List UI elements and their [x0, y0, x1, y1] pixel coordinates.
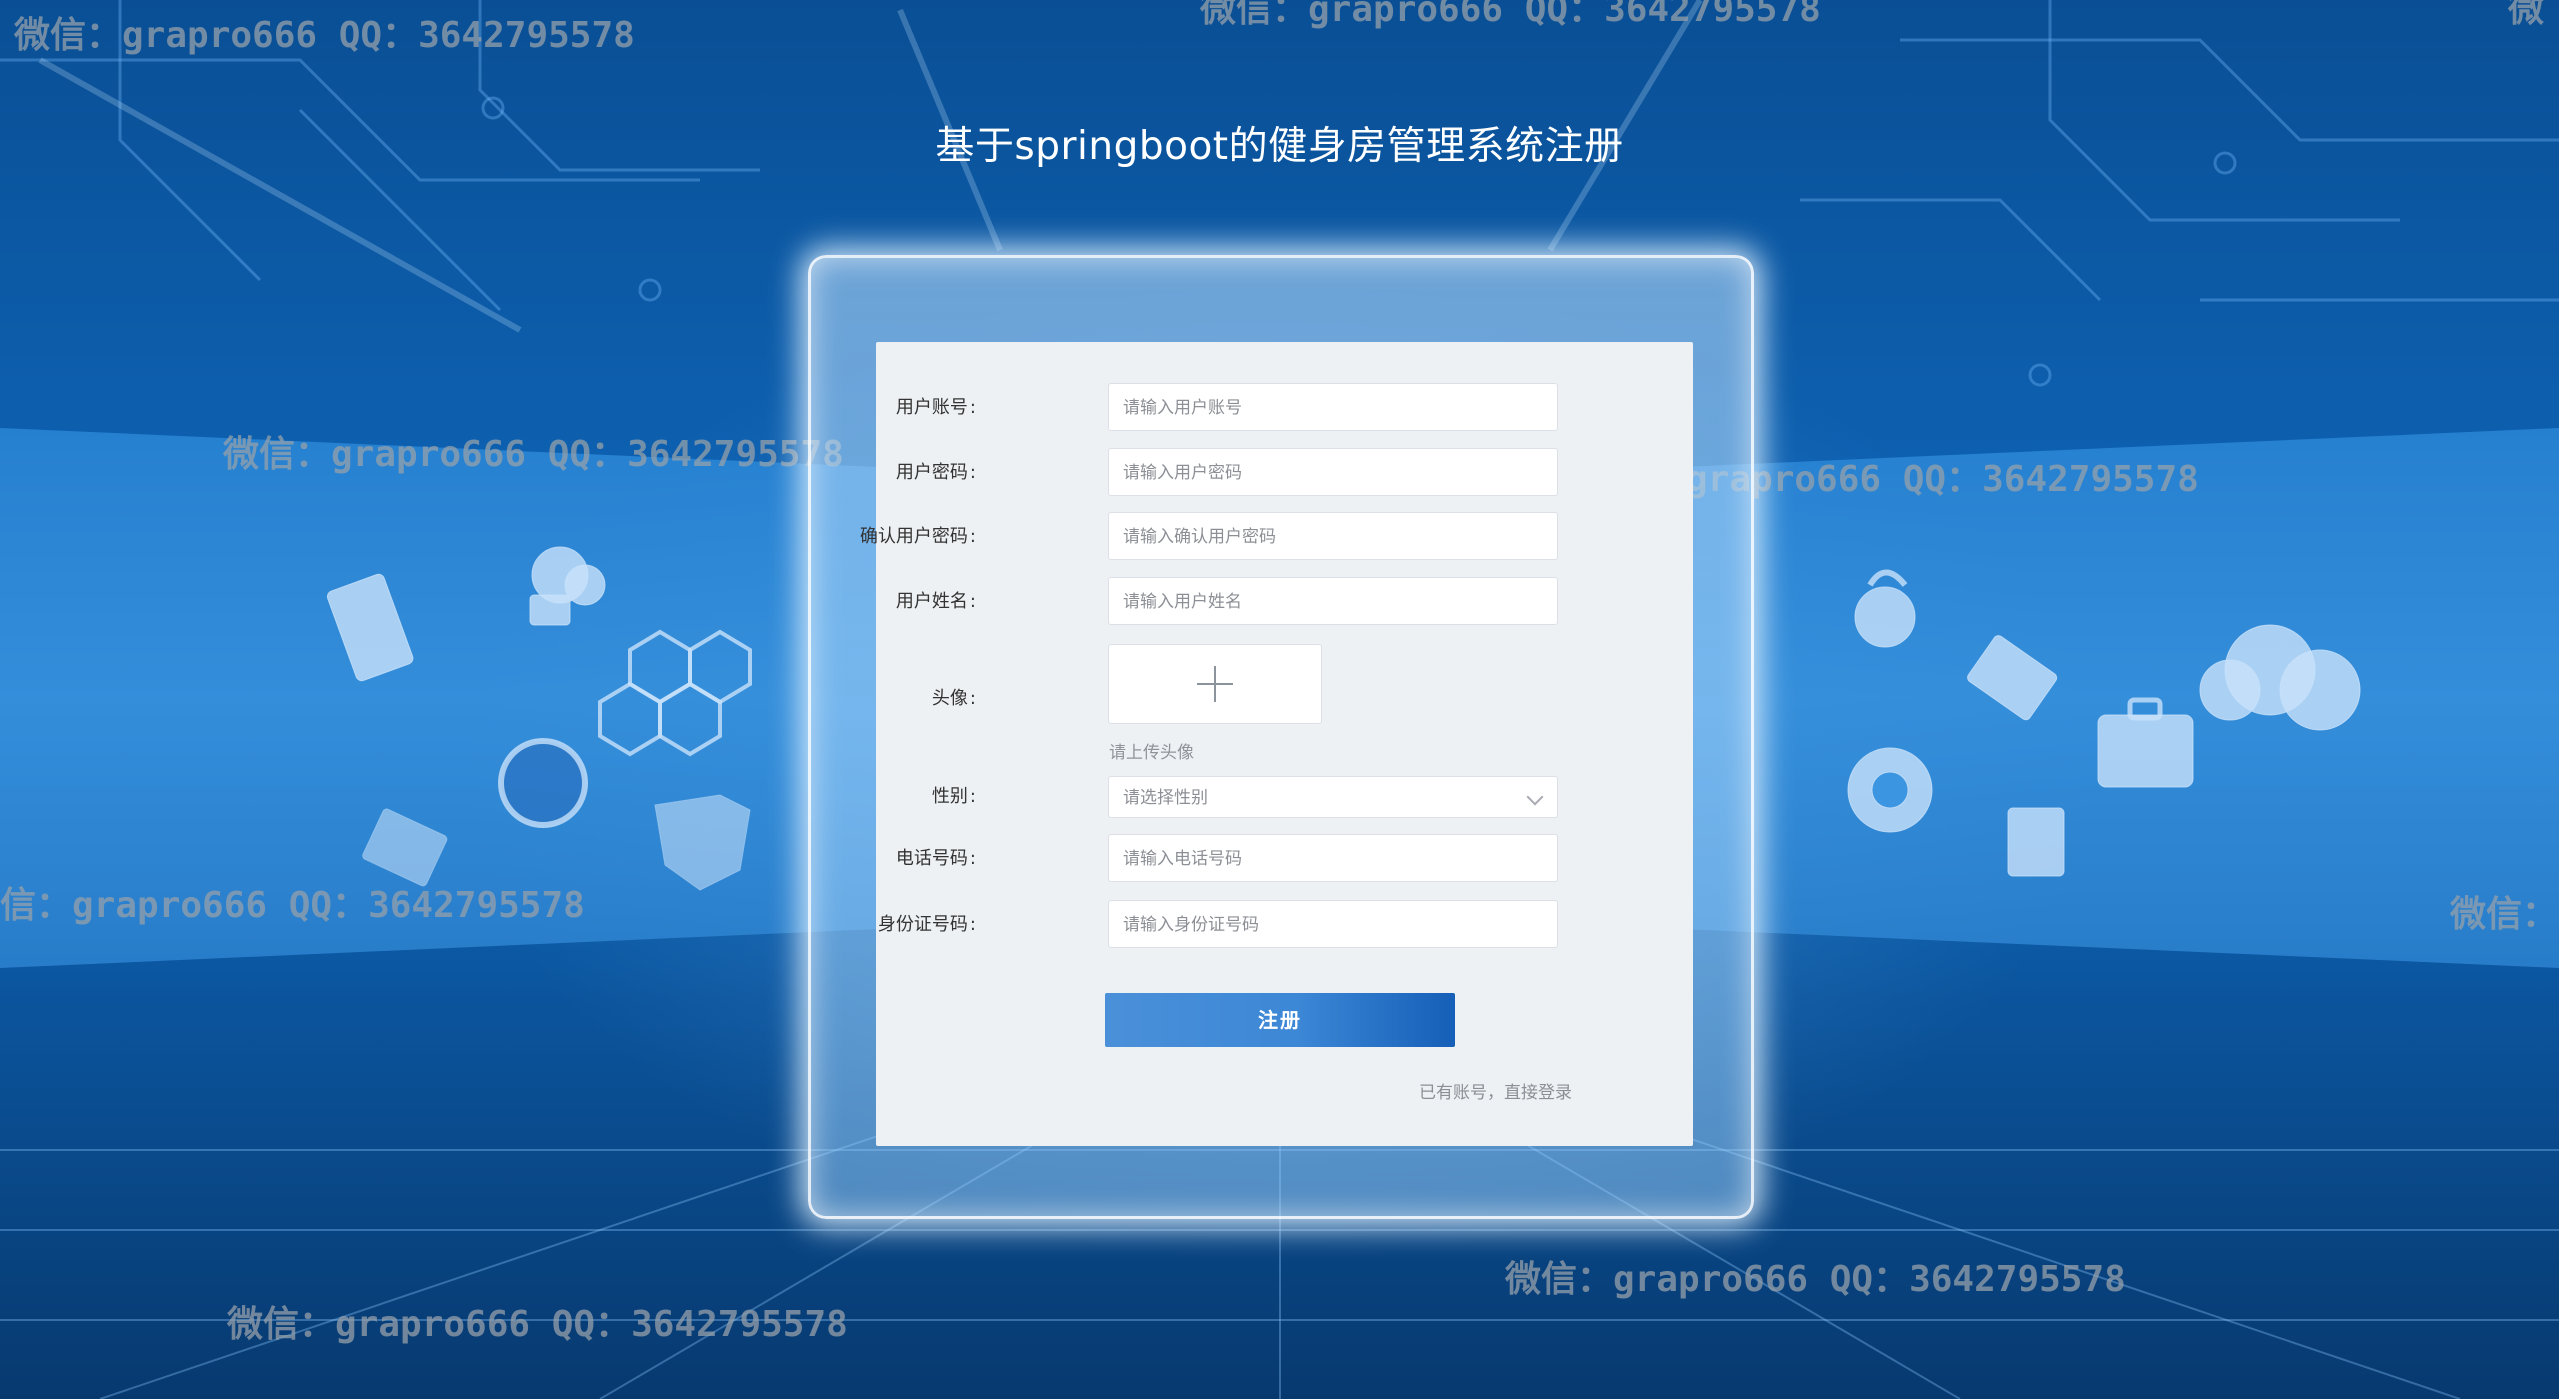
watermark: 微信：grapro666 QQ：3642795578 — [1505, 1259, 2126, 1300]
field-label: 头像 — [932, 674, 976, 724]
avatar-upload-button[interactable] — [1108, 644, 1322, 724]
chevron-down-icon — [1526, 788, 1544, 806]
watermark: 微信：grapro666 QQ：3642795578 — [1200, 0, 1821, 30]
placeholder: 请输入确认用户密码 — [1123, 527, 1276, 547]
confirm-password-input[interactable]: 请输入确认用户密码 — [1108, 512, 1558, 560]
placeholder: 请输入用户姓名 — [1123, 592, 1242, 612]
cloud-lock-icon — [529, 546, 606, 626]
field-label: 身份证号码 — [878, 900, 976, 950]
briefcase-icon — [2097, 697, 2194, 788]
field-phone: 电话号码 请输入电话号码 — [876, 834, 1693, 884]
placeholder: 请输入用户账号 — [1123, 398, 1242, 418]
watermark: 微信：grapro666 QQ：3642795578 — [14, 15, 635, 56]
folder-icon — [1967, 635, 2058, 721]
field-username: 用户账号 请输入用户账号 — [876, 383, 1693, 433]
id-number-input[interactable]: 请输入身份证号码 — [1108, 900, 1558, 948]
phone-input[interactable]: 请输入电话号码 — [1108, 834, 1558, 882]
field-label: 用户账号 — [896, 383, 976, 433]
watermark: 信：grapro666 QQ：3642795578 — [0, 885, 585, 926]
avatar-upload-hint: 请上传头像 — [1109, 743, 1194, 763]
placeholder: 请输入电话号码 — [1123, 849, 1242, 869]
hexagon-icon — [598, 629, 752, 757]
field-label: 性别 — [932, 776, 976, 818]
gender-select[interactable]: 请选择性别 — [1108, 776, 1558, 818]
field-avatar: 头像 请上传头像 — [876, 644, 1693, 774]
username-input[interactable]: 请输入用户账号 — [1108, 383, 1558, 431]
shield-icon — [654, 794, 751, 891]
placeholder: 请输入用户密码 — [1123, 463, 1242, 483]
field-label: 确认用户密码 — [860, 512, 976, 562]
field-gender: 性别 请选择性别 — [876, 776, 1693, 818]
register-button[interactable]: 注册 — [1105, 993, 1455, 1047]
placeholder: 请输入身份证号码 — [1123, 915, 1259, 935]
password-input[interactable]: 请输入用户密码 — [1108, 448, 1558, 496]
watermark: 微信：grapro666 QQ：3642795578 — [223, 434, 844, 475]
watermark: 微信： — [2450, 894, 2559, 935]
field-name: 用户姓名 请输入用户姓名 — [876, 577, 1693, 627]
padlock-globe-icon — [1854, 569, 1916, 648]
plus-icon — [1197, 666, 1233, 702]
name-input[interactable]: 请输入用户姓名 — [1108, 577, 1558, 625]
cloud-upload-icon — [2199, 624, 2361, 731]
page-title: 基于springboot的健身房管理系统注册 — [935, 124, 1624, 169]
server-lock-icon — [326, 573, 414, 682]
register-form: 用户账号 请输入用户账号 用户密码 请输入用户密码 确认用户密码 请输入确认用户… — [860, 342, 1693, 1146]
placeholder: 请选择性别 — [1123, 788, 1208, 808]
field-label: 用户姓名 — [896, 577, 976, 627]
gear-icon — [1847, 747, 1933, 833]
watermark: 微信：grapro666 QQ：3642795578 — [227, 1304, 848, 1345]
contact-book-icon — [2007, 807, 2065, 877]
login-link[interactable]: 已有账号，直接登录 — [1419, 1078, 1572, 1103]
watermark: 微 — [2508, 0, 2545, 30]
field-confirm-password: 确认用户密码 请输入确认用户密码 — [860, 512, 1693, 562]
field-id-number: 身份证号码 请输入身份证号码 — [876, 900, 1693, 950]
field-label: 电话号码 — [896, 834, 976, 884]
globe-icon — [498, 738, 588, 828]
field-label: 用户密码 — [896, 448, 976, 498]
field-password: 用户密码 请输入用户密码 — [876, 448, 1693, 498]
